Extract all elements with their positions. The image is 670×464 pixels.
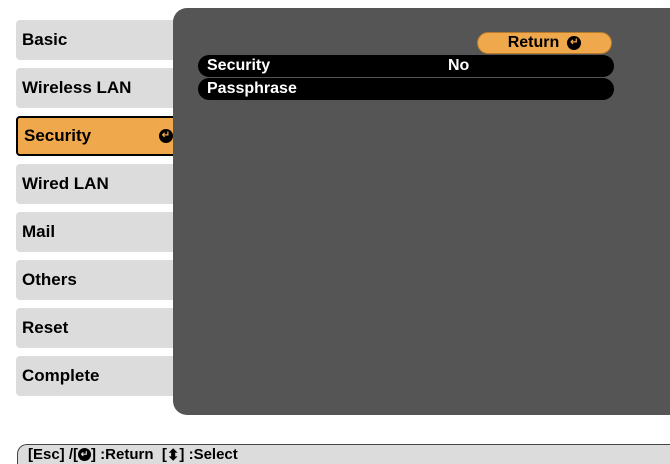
setting-value: No [448, 57, 470, 74]
updown-arrow-icon: ⬍ [166, 446, 180, 464]
key-help-bar: [Esc] /[↵] :Return [⬍] :Select [17, 444, 670, 464]
settings-list: Security No Passphrase [198, 55, 614, 100]
projector-network-menu: Basic Wireless LAN Security ↵ Wired LAN … [0, 0, 670, 464]
sidebar-item-mail[interactable]: Mail [16, 212, 184, 252]
enter-icon: ↵ [159, 129, 173, 143]
setting-label: Security [207, 57, 271, 74]
return-label: Return [507, 34, 560, 51]
sidebar-item-label: Security [24, 126, 92, 145]
sidebar-item-reset[interactable]: Reset [16, 308, 184, 348]
help-text-esc: [Esc] /[ [28, 446, 79, 463]
sidebar-item-security[interactable]: Security ↵ [16, 116, 184, 156]
sidebar-item-wireless-lan[interactable]: Wireless LAN [16, 68, 184, 108]
enter-icon: ↵ [78, 448, 92, 461]
sidebar-item-label: Wireless LAN [22, 78, 132, 97]
return-button[interactable]: Return ↵ [477, 32, 612, 54]
help-text-select: ] :Select [179, 446, 238, 463]
enter-icon: ↵ [567, 36, 582, 50]
settings-panel: Return ↵ Security No Passphrase [173, 8, 670, 415]
sidebar-item-label: Wired LAN [22, 174, 109, 193]
sidebar-item-complete[interactable]: Complete [16, 356, 184, 396]
sidebar-item-label: Others [22, 270, 77, 289]
sidebar-item-others[interactable]: Others [16, 260, 184, 300]
sidebar-item-label: Reset [22, 318, 69, 337]
sidebar-item-label: Mail [22, 222, 56, 241]
sidebar-item-label: Complete [22, 366, 100, 385]
sidebar-item-label: Basic [22, 30, 68, 49]
setting-row-security[interactable]: Security No [198, 55, 614, 77]
sidebar-item-basic[interactable]: Basic [16, 20, 184, 60]
help-text-return: ] :Return [ [91, 446, 167, 463]
setting-label: Passphrase [207, 80, 297, 97]
setting-row-passphrase[interactable]: Passphrase [198, 78, 614, 100]
sidebar-menu: Basic Wireless LAN Security ↵ Wired LAN … [16, 20, 184, 402]
sidebar-item-wired-lan[interactable]: Wired LAN [16, 164, 184, 204]
